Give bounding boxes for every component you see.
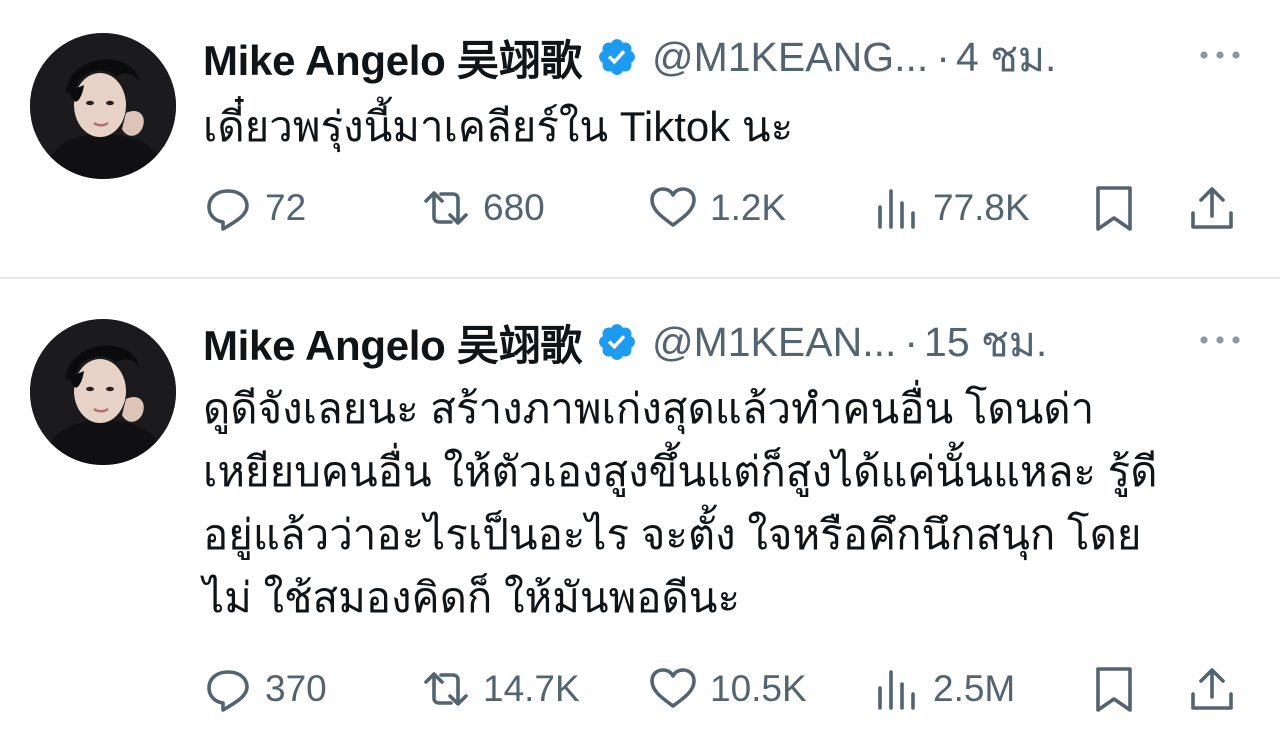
tweet-text: ดูดีจังเลยนะ สร้างภาพเก่งสุดแล้วทำคนอื่น… [203, 385, 1158, 621]
share-button[interactable] [1187, 180, 1237, 236]
bookmark-button[interactable] [1089, 180, 1139, 236]
retweet-count: 680 [483, 187, 545, 228]
avatar-photo [30, 319, 176, 465]
like-count: 10.5K [710, 668, 807, 709]
heart-icon [650, 668, 696, 708]
tweet-header: Mike Angelo 吴翊歌 @M1KEANG... · 4 ชม. [203, 27, 1260, 87]
reply-count: 72 [265, 187, 307, 228]
author-handle[interactable]: @M1KEANG... [652, 34, 928, 81]
reply-icon [207, 670, 249, 712]
share-button[interactable] [1187, 661, 1237, 717]
author-handle[interactable]: @M1KEAN... [652, 319, 896, 366]
timestamp[interactable]: 15 ชม. [924, 310, 1047, 375]
like-count: 1.2K [710, 187, 787, 228]
tweet-text: เดี๋ยวพรุ่งนี้มาเคลียร์ใน Tiktok นะ [203, 103, 794, 150]
bookmark-button[interactable] [1089, 661, 1139, 717]
tweet-feed: Mike Angelo 吴翊歌 @M1KEANG... · 4 ชม. เดี๋… [0, 0, 1280, 749]
timestamp[interactable]: 4 ชม. [956, 25, 1056, 90]
view-count: 77.8K [933, 187, 1030, 228]
more-horizontal-icon[interactable] [1196, 45, 1244, 65]
bookmark-icon [1096, 186, 1132, 231]
retweet-button[interactable]: 680 [421, 180, 545, 236]
retweet-icon [424, 191, 468, 225]
like-button[interactable]: 10.5K [648, 661, 807, 717]
tweet-header: Mike Angelo 吴翊歌 @M1KEAN... · 15 ชม. [203, 312, 1260, 372]
views-button[interactable]: 77.8K [871, 180, 1030, 236]
tweet-actions: 72 680 1.2K 77.8K [203, 180, 1250, 236]
retweet-count: 14.7K [483, 668, 580, 709]
reply-button[interactable]: 370 [203, 661, 327, 717]
avatar[interactable] [30, 319, 176, 465]
like-button[interactable]: 1.2K [648, 180, 786, 236]
tweet[interactable]: Mike Angelo 吴翊歌 @M1KEANG... · 4 ชม. เดี๋… [0, 0, 1280, 278]
author-name[interactable]: Mike Angelo 吴翊歌 [203, 312, 582, 373]
separator-dot: · [904, 318, 919, 365]
more-horizontal-icon[interactable] [1196, 330, 1244, 350]
verified-badge-icon [599, 39, 635, 75]
view-count: 2.5M [933, 668, 1016, 709]
tweet-actions: 370 14.7K 10.5K 2.5M [203, 661, 1250, 717]
share-icon [1191, 187, 1233, 229]
views-bar-chart-icon [878, 189, 915, 229]
tweet[interactable]: Mike Angelo 吴翊歌 @M1KEAN... · 15 ชม. ดูดี… [0, 279, 1280, 749]
reply-icon [207, 189, 249, 231]
share-icon [1191, 668, 1233, 710]
retweet-icon [424, 672, 468, 706]
heart-icon [650, 187, 696, 227]
avatar-photo [30, 33, 176, 179]
retweet-button[interactable]: 14.7K [421, 661, 580, 717]
reply-button[interactable]: 72 [203, 180, 306, 236]
avatar[interactable] [30, 33, 176, 179]
reply-count: 370 [265, 668, 327, 709]
bookmark-icon [1096, 667, 1132, 712]
separator-dot: · [936, 33, 950, 80]
verified-badge-icon [599, 324, 635, 360]
views-bar-chart-icon [878, 670, 915, 710]
views-button[interactable]: 2.5M [871, 661, 1015, 717]
author-name[interactable]: Mike Angelo 吴翊歌 [203, 27, 582, 88]
